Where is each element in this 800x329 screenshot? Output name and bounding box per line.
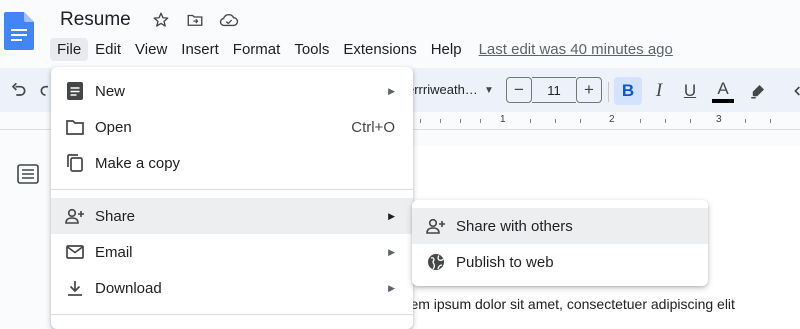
menu-insert[interactable]: Insert: [174, 38, 226, 61]
ruler-tick: [530, 119, 531, 123]
menu-item-publish-to-web[interactable]: Publish to web: [412, 244, 708, 280]
copy-icon: [65, 153, 85, 173]
decrease-font-size-button[interactable]: −: [506, 77, 532, 103]
person-add-icon: [65, 206, 85, 226]
italic-button[interactable]: I: [645, 77, 673, 105]
menu-edit[interactable]: Edit: [88, 38, 128, 61]
document-body-text[interactable]: orem ipsum dolor sit amet, consectetuer …: [398, 296, 735, 312]
menu-item-label: Make a copy: [95, 154, 181, 172]
title-icons: [151, 10, 239, 30]
text-color-letter: A: [717, 78, 729, 98]
menu-item-email[interactable]: Email ▶: [51, 234, 413, 270]
menu-item-label: Share with others: [456, 217, 573, 235]
document-outline-icon[interactable]: [17, 164, 39, 189]
submenu-arrow-icon: ▶: [388, 210, 395, 221]
submenu-arrow-icon: ▶: [388, 282, 395, 293]
star-icon[interactable]: [151, 10, 171, 30]
ruler-number: 3: [716, 114, 722, 125]
font-size-input[interactable]: 11: [532, 77, 576, 103]
submenu-arrow-icon: ▶: [388, 246, 395, 257]
move-folder-icon[interactable]: [185, 10, 205, 30]
person-add-icon: [426, 216, 446, 236]
mail-icon: [65, 242, 85, 262]
share-submenu: Share with others Publish to web: [412, 200, 708, 286]
ruler-tick: [745, 119, 746, 123]
file-menu: New ▶ Open Ctrl+O Make a copy Share ▶ Em…: [51, 67, 413, 329]
redo-icon[interactable]: [38, 80, 48, 105]
menu-item-make-a-copy[interactable]: Make a copy: [51, 145, 413, 181]
undo-icon[interactable]: [8, 80, 28, 105]
download-icon: [65, 278, 85, 298]
ruler-tick: [555, 119, 556, 123]
ruler-tick: [770, 119, 771, 123]
highlight-pen-icon[interactable]: [744, 77, 772, 105]
menu-format[interactable]: Format: [226, 38, 288, 61]
text-color-swatch: [712, 98, 734, 103]
ruler-tick: [690, 119, 691, 123]
menu-item-label: Email: [95, 243, 133, 261]
menu-item-label: New: [95, 82, 126, 100]
menu-item-share[interactable]: Share ▶: [51, 198, 413, 234]
ruler-tick: [640, 119, 641, 123]
menu-tools[interactable]: Tools: [287, 38, 336, 61]
menu-item-label: Download: [95, 279, 162, 297]
menu-item-new[interactable]: New ▶: [51, 73, 413, 109]
bold-button[interactable]: B: [614, 77, 642, 105]
font-dropdown-icon[interactable]: ▼: [484, 85, 494, 96]
globe-icon: [426, 252, 446, 272]
new-doc-icon: [65, 81, 85, 101]
menu-item-download[interactable]: Download ▶: [51, 270, 413, 306]
font-size-control: − 11 +: [506, 77, 606, 103]
increase-font-size-button[interactable]: +: [576, 77, 602, 103]
menu-item-shortcut: Ctrl+O: [351, 118, 395, 136]
menu-item-label: Publish to web: [456, 253, 554, 271]
ruler-tick: [665, 119, 666, 123]
menu-item-share-with-others[interactable]: Share with others: [412, 208, 708, 244]
last-edit-link[interactable]: Last edit was 40 minutes ago: [479, 41, 673, 58]
title-row: Resume: [60, 6, 239, 34]
ruler-tick: [440, 119, 441, 123]
toolbar-divider: [608, 82, 609, 102]
menu-bar: File Edit View Insert Format Tools Exten…: [50, 36, 673, 62]
docs-logo-icon[interactable]: [4, 12, 34, 50]
menu-file[interactable]: File: [50, 37, 89, 61]
ruler-number: 1: [500, 114, 506, 125]
ruler-tick: [580, 119, 581, 123]
ruler-tick: [460, 119, 461, 123]
ruler-number: 2: [609, 114, 615, 125]
menu-item-label: Open: [95, 118, 132, 136]
text-color-button[interactable]: A: [709, 77, 737, 105]
folder-icon: [65, 117, 85, 137]
submenu-arrow-icon: ▶: [388, 85, 395, 96]
ruler-tick: [420, 119, 421, 123]
menu-item-open[interactable]: Open Ctrl+O: [51, 109, 413, 145]
font-family-select[interactable]: errriweath…: [407, 82, 478, 97]
document-title[interactable]: Resume: [60, 9, 131, 31]
menu-help[interactable]: Help: [424, 38, 469, 61]
ruler-tick: [480, 119, 481, 123]
menu-extensions[interactable]: Extensions: [336, 38, 423, 61]
menu-separator: [51, 189, 413, 190]
underline-button[interactable]: U: [676, 77, 704, 105]
menu-view[interactable]: View: [128, 38, 174, 61]
menu-item-label: Share: [95, 207, 136, 225]
more-toolbar-icon[interactable]: [784, 77, 800, 105]
menu-separator: [51, 314, 413, 315]
cloud-saved-icon[interactable]: [219, 10, 239, 30]
